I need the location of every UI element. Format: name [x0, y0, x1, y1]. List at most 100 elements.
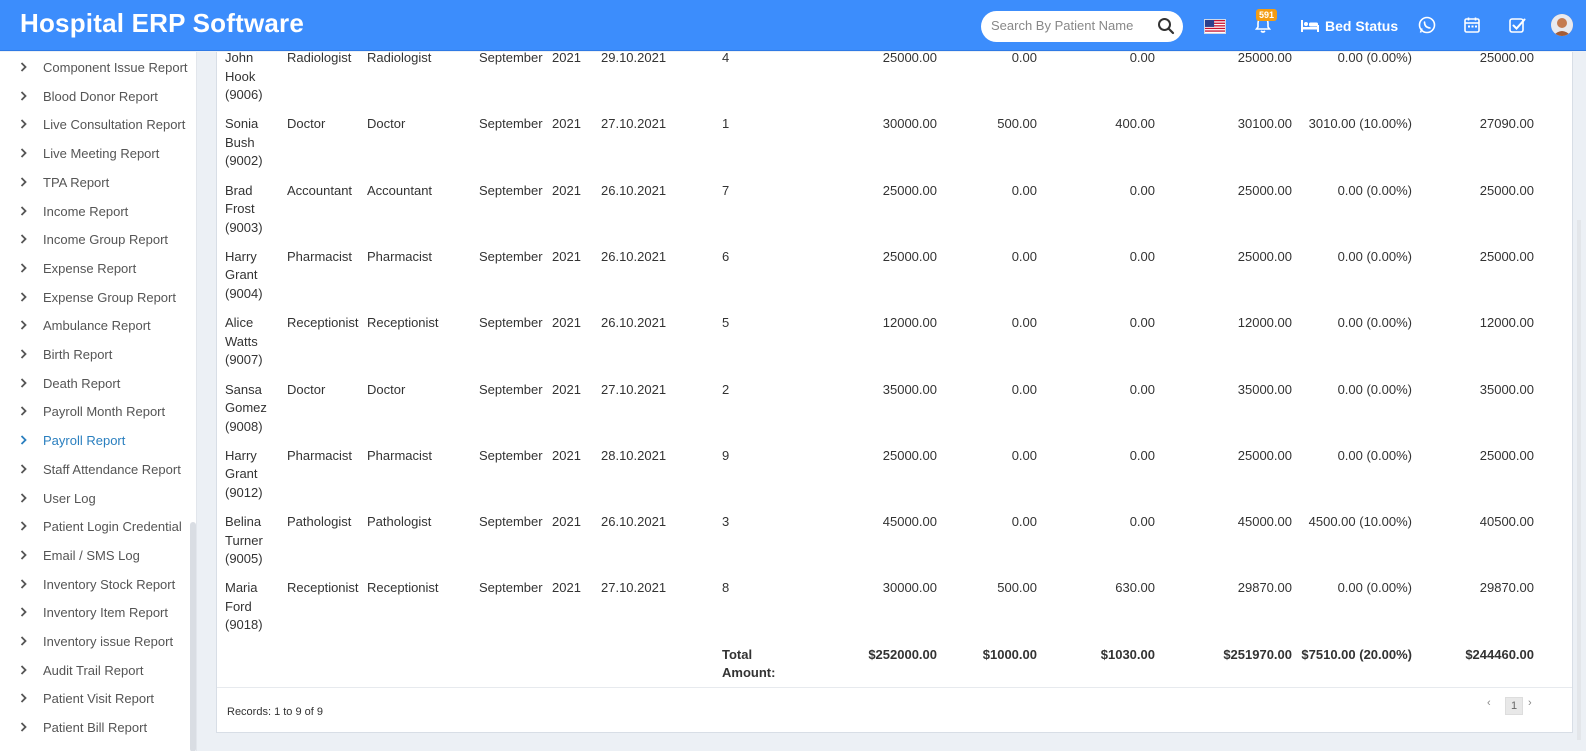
staff-name: Harry: [225, 248, 257, 264]
sidebar: Component Issue Report Blood Donor Report…: [0, 52, 197, 751]
chevron-right-icon: [20, 205, 27, 216]
cell-month: September: [479, 315, 543, 331]
cell-year: 2021: [552, 248, 581, 264]
top-navbar: Hospital ERP Software 591 Bed Status: [0, 0, 1586, 51]
sidebar-item[interactable]: Patient Login Credential: [0, 512, 190, 541]
sidebar-item[interactable]: Blood Donor Report: [0, 82, 190, 111]
sidebar-item[interactable]: Staff Attendance Report: [0, 455, 190, 484]
app-title[interactable]: Hospital ERP Software: [20, 8, 304, 39]
sidebar-item[interactable]: Birth Report: [0, 340, 190, 369]
page-scrollbar[interactable]: [1577, 220, 1581, 740]
cell-date: 27.10.2021: [601, 580, 667, 596]
cell-earning: 0.00: [1011, 182, 1037, 198]
sidebar-item[interactable]: Expense Group Report: [0, 283, 190, 312]
chevron-right-icon: [20, 291, 27, 302]
cell-month: September: [479, 381, 543, 397]
cell-month: September: [479, 50, 543, 65]
us-flag-icon[interactable]: [1204, 19, 1226, 34]
cell-tax: 4500.00 (10.00%): [1308, 514, 1412, 530]
staff-id: (9008): [225, 418, 263, 434]
sidebar-item-label: Patient Login Credential: [43, 519, 182, 535]
sidebar-item[interactable]: Inventory Item Report: [0, 598, 190, 627]
total-label: Total: [722, 646, 753, 662]
pagination-next[interactable]: ›: [1528, 697, 1532, 715]
cell-earning: 0.00: [1011, 315, 1037, 331]
chevron-right-icon: [20, 521, 27, 531]
staff-id: (9012): [225, 484, 263, 500]
cell-deduction: 0.00: [1129, 514, 1155, 530]
sidebar-item-label: Death Report: [43, 375, 121, 391]
whatsapp-icon[interactable]: [1417, 15, 1437, 35]
patient-search: [981, 11, 1183, 42]
cell-net: 29870.00: [1479, 580, 1534, 596]
cell-tax: 0.00 (0.00%): [1337, 248, 1412, 264]
sidebar-item[interactable]: Email / SMS Log: [0, 541, 190, 570]
sidebar-item[interactable]: Live Consultation Report: [0, 110, 190, 139]
search-input[interactable]: [991, 18, 1151, 33]
sidebar-item-label: Blood Donor Report: [43, 88, 158, 104]
staff-name: Watts: [225, 333, 258, 349]
sidebar-item-label: Ambulance Report: [43, 318, 151, 334]
staff-name: Turner: [225, 532, 263, 548]
staff-name: Grant: [225, 267, 258, 283]
chevron-right-icon: [20, 693, 27, 704]
chevron-right-icon: [20, 464, 27, 474]
cell-tax: 0.00 (0.00%): [1337, 381, 1412, 397]
cell-designation: Doctor: [367, 116, 406, 132]
sidebar-item[interactable]: User Log: [0, 484, 190, 513]
search-icon[interactable]: [1157, 17, 1175, 35]
sidebar-item[interactable]: Death Report: [0, 369, 190, 398]
bed-status-link[interactable]: Bed Status: [1325, 18, 1398, 34]
cell-gross: 45000.00: [1237, 514, 1292, 530]
pagination-page[interactable]: 1: [1505, 697, 1523, 715]
chevron-right-icon: [20, 349, 27, 359]
sidebar-item[interactable]: Inventory Stock Report: [0, 570, 190, 599]
sidebar-item[interactable]: Ambulance Report: [0, 311, 190, 340]
chevron-right-icon: [20, 177, 27, 187]
pagination-prev[interactable]: ‹: [1487, 697, 1491, 715]
chevron-right-icon: [20, 435, 27, 445]
staff-name: Alice: [225, 315, 254, 331]
sidebar-item[interactable]: Inventory issue Report: [0, 627, 190, 656]
sidebar-item[interactable]: Payroll Month Report: [0, 397, 190, 426]
sidebar-item[interactable]: Income Report: [0, 197, 190, 226]
user-avatar[interactable]: [1551, 14, 1573, 36]
payroll-report-panel: Records: 1 to 9 of 9 ‹ 1 › John Hook (9006…: [216, 50, 1573, 733]
cell-net: 25000.00: [1479, 182, 1534, 198]
cell-designation: Pathologist: [367, 514, 432, 530]
sidebar-item[interactable]: Expense Report: [0, 254, 190, 283]
cell-month: September: [479, 447, 543, 463]
sidebar-item-label: Patient Visit Report: [43, 691, 155, 707]
task-check-icon[interactable]: [1508, 16, 1526, 34]
cell-month: September: [479, 116, 543, 132]
staff-name: Brad: [225, 182, 253, 198]
cell-net: 12000.00: [1479, 315, 1534, 331]
staff-id: (9003): [225, 219, 263, 235]
bed-icon[interactable]: [1300, 17, 1320, 33]
sidebar-item[interactable]: Payroll Report: [0, 426, 190, 455]
sidebar-item[interactable]: Component Issue Report: [0, 53, 190, 82]
cell-designation: Accountant: [367, 182, 433, 198]
cell-gross: 12000.00: [1237, 315, 1292, 331]
sidebar-item[interactable]: Patient Bill Report: [0, 713, 190, 742]
sidebar-item[interactable]: Audit Trail Report: [0, 656, 190, 685]
sidebar-item[interactable]: Patient Visit Report: [0, 684, 190, 713]
cell-date: 26.10.2021: [601, 514, 667, 530]
cell-payslip: 1: [722, 116, 730, 132]
sidebar-item[interactable]: Live Meeting Report: [0, 139, 190, 168]
sidebar-item-label: Payroll Month Report: [43, 404, 166, 420]
cell-role: Receptionist: [287, 580, 359, 596]
cell-gross: 29870.00: [1237, 580, 1292, 596]
cell-basic: 25000.00: [882, 447, 937, 463]
calendar-icon[interactable]: [1463, 16, 1481, 34]
sidebar-item[interactable]: TPA Report: [0, 168, 190, 197]
cell-date: 28.10.2021: [601, 447, 667, 463]
chevron-right-icon: [20, 91, 27, 101]
cell-date: 26.10.2021: [601, 182, 667, 198]
sidebar-item-label: Staff Attendance Report: [43, 461, 181, 477]
cell-earning: 0.00: [1011, 50, 1037, 65]
cell-year: 2021: [552, 116, 581, 132]
cell-year: 2021: [552, 514, 581, 530]
sidebar-scrollbar[interactable]: [190, 522, 196, 751]
sidebar-item[interactable]: Income Group Report: [0, 225, 190, 254]
